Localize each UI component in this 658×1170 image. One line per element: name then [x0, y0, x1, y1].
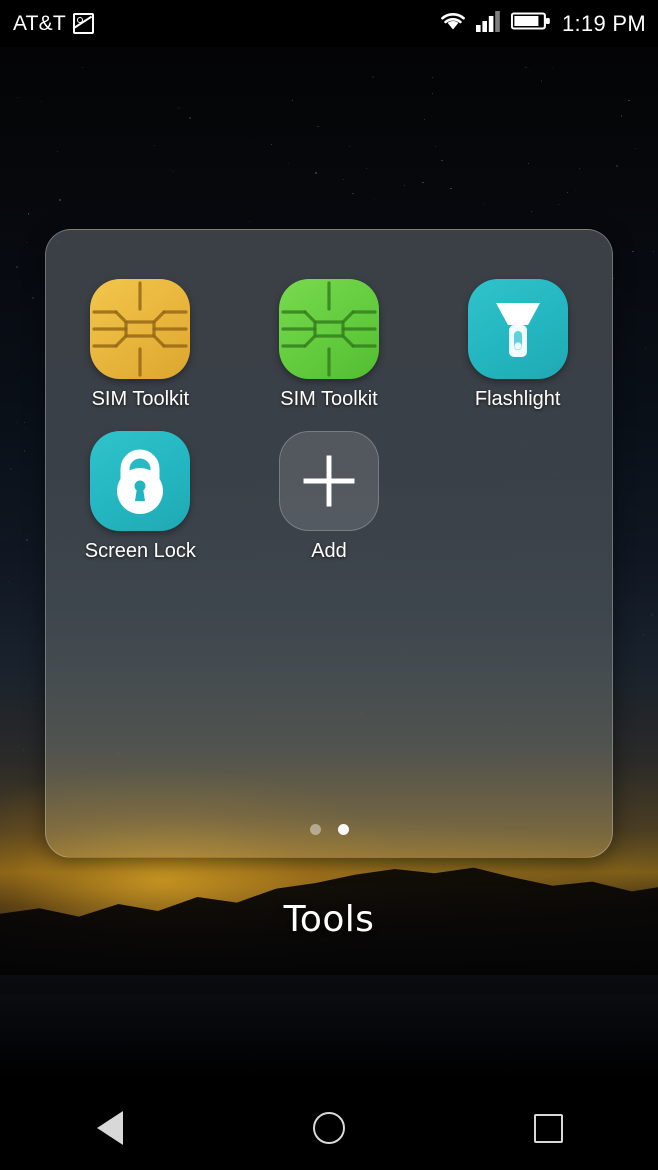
- recents-button[interactable]: [511, 1091, 585, 1165]
- app-item-sim-toolkit-1[interactable]: SIM Toolkit: [46, 279, 235, 411]
- app-item-screen-lock[interactable]: Screen Lock: [46, 431, 235, 563]
- home-button[interactable]: [292, 1091, 366, 1165]
- folder-panel[interactable]: SIM Toolkit SIM Toolkit Flashlight Scree…: [45, 229, 613, 858]
- app-label: SIM Toolkit: [91, 388, 190, 410]
- screenshot-icon: [72, 13, 94, 34]
- padlock-icon[interactable]: [90, 431, 191, 531]
- battery-icon: [510, 10, 551, 37]
- status-bar[interactable]: AT&T 1:19 PM: [0, 0, 658, 47]
- app-label: Flashlight: [474, 388, 561, 410]
- page-dot-1[interactable]: [309, 824, 321, 835]
- page-indicator: [46, 824, 612, 835]
- clock-label: 1:19 PM: [561, 10, 646, 36]
- folder-title[interactable]: Tools: [0, 899, 658, 940]
- wifi-icon: [439, 10, 467, 37]
- app-item-sim-toolkit-2[interactable]: SIM Toolkit: [235, 279, 424, 411]
- app-label: Add: [311, 540, 347, 562]
- back-button[interactable]: [73, 1091, 147, 1165]
- recents-square-icon: [533, 1113, 563, 1143]
- status-bar-left: AT&T: [13, 12, 94, 36]
- app-item-flashlight[interactable]: Flashlight: [423, 279, 612, 411]
- app-label: SIM Toolkit: [280, 388, 378, 410]
- home-circle-icon: [312, 1112, 345, 1144]
- flashlight-icon[interactable]: [467, 279, 568, 379]
- phone-screen: AT&T 1:19 PM SIM Toolkit SIM Toolkit Fla…: [0, 0, 658, 1170]
- navigation-bar: [0, 1086, 658, 1170]
- sim-chip-icon[interactable]: [90, 279, 191, 379]
- app-grid: SIM Toolkit SIM Toolkit Flashlight Scree…: [46, 279, 612, 563]
- app-item-add[interactable]: Add: [235, 431, 424, 563]
- page-dot-2[interactable]: [337, 824, 349, 835]
- cellular-signal-icon: [475, 10, 502, 37]
- app-label: Screen Lock: [84, 540, 196, 562]
- status-bar-right: 1:19 PM: [439, 10, 646, 37]
- plus-icon[interactable]: [278, 431, 379, 531]
- back-triangle-icon: [96, 1111, 123, 1145]
- sim-chip-icon[interactable]: [278, 279, 379, 379]
- carrier-label: AT&T: [13, 11, 66, 35]
